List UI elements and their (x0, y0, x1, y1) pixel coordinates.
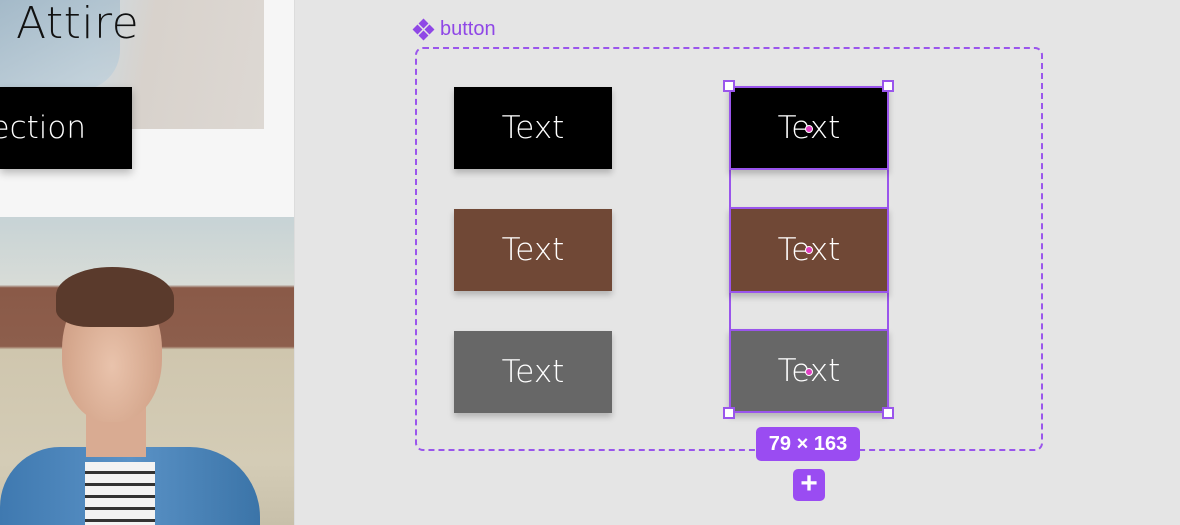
button-label: Text (501, 354, 565, 390)
resize-handle-top-right[interactable] (882, 80, 894, 92)
portrait-image (0, 217, 294, 525)
component-set-label[interactable]: button (412, 18, 496, 41)
component-name: button (440, 18, 496, 40)
selection-size-badge: 79 × 163 (756, 427, 860, 461)
component-icon (412, 18, 435, 40)
plus-icon: + (800, 467, 818, 500)
preview-panel: Attire ection (0, 0, 294, 525)
text-origin-marker (805, 125, 813, 133)
add-variant-button[interactable]: + (793, 469, 825, 501)
button-variant-gray[interactable]: Text (454, 331, 612, 413)
resize-handle-bottom-right[interactable] (882, 407, 894, 419)
button-variant-brown[interactable]: Text (454, 209, 612, 291)
button-variant-black[interactable]: Text (454, 87, 612, 169)
collection-button[interactable]: ection (0, 87, 132, 169)
resize-handle-bottom-left[interactable] (723, 407, 735, 419)
text-origin-marker (805, 246, 813, 254)
resize-handle-top-left[interactable] (723, 80, 735, 92)
text-origin-marker (805, 368, 813, 376)
hero-title: Attire (16, 0, 140, 49)
panel-divider (294, 0, 295, 525)
button-label: Text (501, 232, 565, 268)
button-label: Text (501, 110, 565, 146)
